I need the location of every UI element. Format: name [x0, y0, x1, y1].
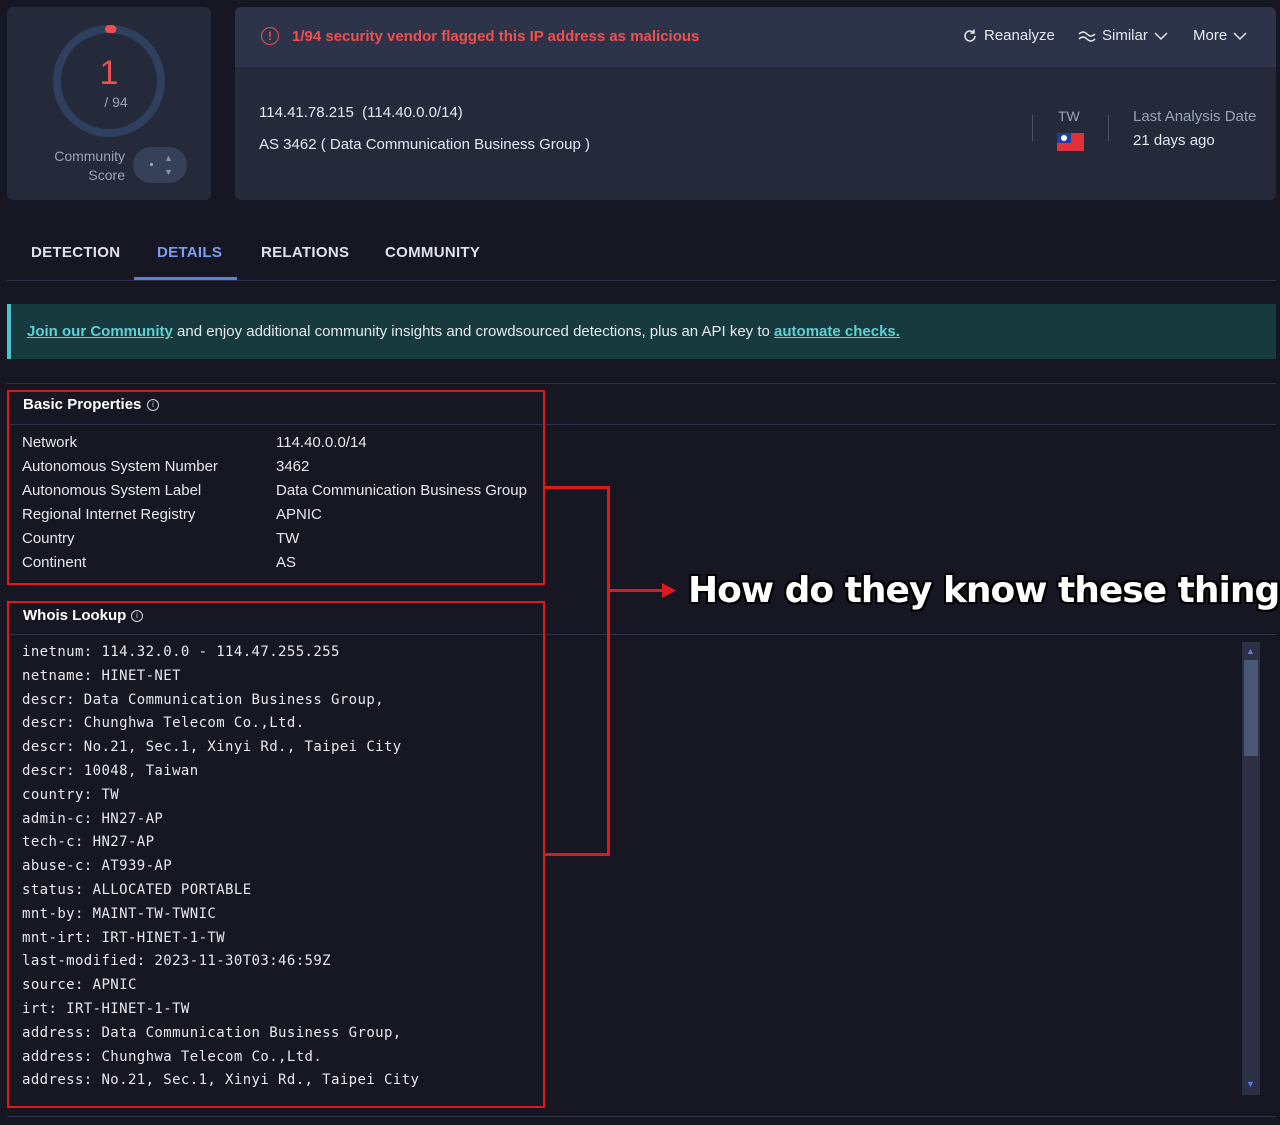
- chevron-down-icon: [1154, 31, 1168, 40]
- refresh-icon: [964, 29, 976, 42]
- community-label-line1: Community: [54, 148, 125, 164]
- similar-label: Similar: [1102, 27, 1148, 44]
- scroll-up-icon[interactable]: ▲: [1246, 646, 1255, 656]
- taiwan-flag-icon: [1057, 133, 1084, 151]
- last-analysis-label: Last Analysis Date: [1133, 108, 1257, 125]
- score-total: / 94: [104, 94, 128, 110]
- more-button[interactable]: More: [1193, 27, 1247, 44]
- summary-card: ! 1/94 security vendor flagged this IP a…: [235, 7, 1276, 200]
- scroll-thumb[interactable]: [1244, 660, 1258, 756]
- annotation-connector: [544, 853, 610, 856]
- similar-button[interactable]: Similar: [1078, 27, 1168, 44]
- alert-text: 1/94 security vendor flagged this IP add…: [292, 28, 700, 45]
- reanalyze-label: Reanalyze: [984, 27, 1055, 44]
- annotation-text: How do they know these things?: [688, 570, 1280, 611]
- annotation-connector: [544, 486, 610, 489]
- tab-community[interactable]: COMMUNITY: [385, 244, 480, 261]
- tab-details[interactable]: DETAILS: [157, 244, 222, 261]
- annotation-arrowhead-icon: [662, 583, 676, 598]
- chevron-down-icon: [1233, 31, 1247, 40]
- banner-text: Join our Community and enjoy additional …: [27, 323, 900, 340]
- active-tab-indicator: [134, 277, 237, 280]
- last-analysis-value: 21 days ago: [1133, 132, 1215, 149]
- dot-icon: [150, 163, 153, 166]
- automate-checks-link[interactable]: automate checks.: [774, 323, 900, 340]
- ip-address-line: 114.41.78.215 (114.40.0.0/14): [259, 104, 463, 121]
- divider: [7, 1116, 1276, 1117]
- as-line: AS 3462 ( Data Communication Business Gr…: [259, 136, 590, 153]
- annotation-arrow-line: [609, 589, 667, 592]
- network-range: (114.40.0.0/14): [362, 104, 463, 121]
- annotation-box-whois: [7, 601, 545, 1108]
- alert-circle-icon: !: [261, 27, 279, 45]
- community-banner: Join our Community and enjoy additional …: [7, 304, 1276, 359]
- community-score-label: Community Score: [54, 147, 125, 185]
- whois-scrollbar[interactable]: ▲ ▼: [1242, 642, 1260, 1095]
- country-code: TW: [1058, 108, 1080, 124]
- similar-icon: [1078, 30, 1096, 42]
- reanalyze-button[interactable]: Reanalyze: [962, 27, 1055, 44]
- divider: [1032, 115, 1033, 141]
- divider: [7, 383, 1276, 384]
- more-label: More: [1193, 27, 1228, 44]
- upvote-icon[interactable]: ▲: [164, 154, 173, 163]
- join-community-link[interactable]: Join our Community: [27, 323, 173, 340]
- flag-sun: [1061, 135, 1067, 141]
- banner-middle-text: and enjoy additional community insights …: [172, 323, 775, 340]
- score-value: 1: [99, 54, 119, 92]
- community-score-card: 1 / 94 Community Score ▲ ▼: [7, 7, 211, 200]
- tab-detection[interactable]: DETECTION: [31, 244, 120, 261]
- tab-bar: DETECTION DETAILS RELATIONS COMMUNITY: [7, 230, 1276, 281]
- vote-control[interactable]: ▲ ▼: [133, 147, 187, 183]
- tab-relations[interactable]: RELATIONS: [261, 244, 349, 261]
- annotation-box-basic-properties: [7, 390, 545, 585]
- annotation-connector: [607, 486, 610, 856]
- divider: [1108, 115, 1109, 141]
- scroll-down-icon[interactable]: ▼: [1246, 1079, 1255, 1089]
- downvote-icon[interactable]: ▼: [164, 168, 173, 177]
- community-label-line2: Score: [88, 167, 125, 183]
- alert-bar: ! 1/94 security vendor flagged this IP a…: [235, 7, 1276, 67]
- ip-address[interactable]: 114.41.78.215: [259, 104, 354, 121]
